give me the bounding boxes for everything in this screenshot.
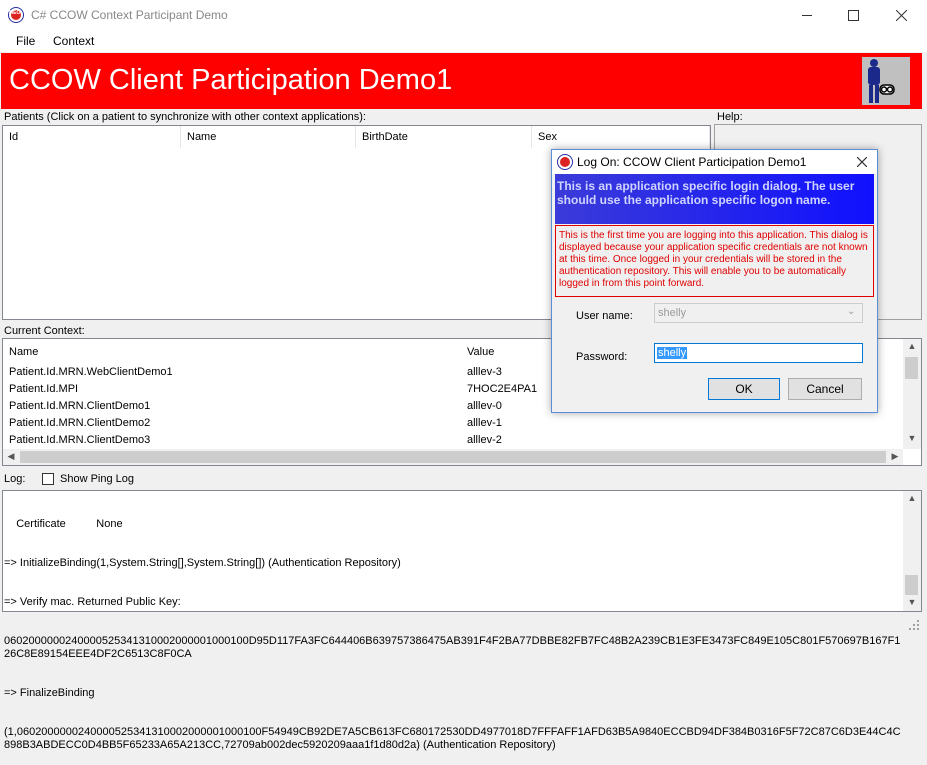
resize-grip-icon[interactable] [907,618,921,632]
dialog-app-icon [557,154,573,170]
context-row-name[interactable]: Patient.Id.MRN.ClientDemo1 [9,400,150,412]
ccow-logo-icon [862,57,910,105]
patients-col-sex[interactable]: Sex [532,126,710,148]
dialog-title: Log On: CCOW Client Participation Demo1 [577,155,807,169]
log-line: => InitializeBinding(1,System.String[],S… [4,557,401,569]
context-col-name[interactable]: Name [3,341,461,363]
password-value: shelly [657,347,688,359]
cancel-button[interactable]: Cancel [788,378,862,400]
username-select[interactable]: shelly ⌄ [654,303,863,323]
context-row-value[interactable]: 7HOC2E4PA1 [467,383,537,395]
scroll-down-icon[interactable]: ▼ [903,433,921,443]
minimize-icon [802,14,812,16]
patients-col-name[interactable]: Name [181,126,356,148]
help-label: Help: [717,111,743,123]
close-icon [896,9,907,21]
context-row-name[interactable]: Patient.Id.MRN.WebClientDemo1 [9,366,173,378]
dialog-message: This is the first time you are logging i… [559,230,868,289]
context-row-value[interactable]: alllev-2 [467,434,502,446]
log-vscroll-thumb[interactable] [905,575,918,595]
scroll-up-icon[interactable]: ▲ [903,341,921,351]
patients-col-id[interactable]: Id [3,126,181,148]
scroll-down-icon[interactable]: ▼ [903,597,921,607]
context-hscroll-thumb[interactable] [20,451,886,463]
username-value: shelly [658,307,687,319]
show-ping-label[interactable]: Show Ping Log [60,473,134,485]
context-row-value[interactable]: alllev-3 [467,366,502,378]
scroll-left-icon[interactable]: ◀ [5,451,17,462]
menu-context[interactable]: Context [53,34,94,48]
password-input[interactable]: shelly [654,343,863,363]
context-hscrollbar[interactable]: ◀ ▶ [3,449,903,465]
dialog-header-text: This is an application specific login di… [557,179,855,207]
log-line: 0602000000240000525341310002000001000100… [4,635,901,660]
username-label: User name: [576,310,633,322]
log-line: => Verify mac. Returned Public Key: [4,596,181,608]
show-ping-checkbox[interactable] [42,473,54,485]
log-line: (1,0602000000240000525341310002000001000… [4,726,901,751]
scroll-right-icon[interactable]: ▶ [889,451,901,462]
maximize-icon [847,9,859,21]
chevron-down-icon: ⌄ [847,306,856,317]
menu-bar [0,30,927,52]
ok-button[interactable]: OK [708,378,780,400]
patients-col-birthdate[interactable]: BirthDate [356,126,532,148]
patients-label: Patients (Click on a patient to synchron… [4,111,366,123]
context-row-value[interactable]: alllev-1 [467,417,502,429]
app-icon: MEO [8,7,24,23]
scroll-up-icon[interactable]: ▲ [903,493,921,503]
log-vscrollbar[interactable]: ▲ ▼ [903,491,921,611]
context-label: Current Context: [4,325,85,337]
close-button[interactable] [876,0,927,30]
banner-title: CCOW Client Participation Demo1 [9,64,453,96]
context-vscroll-thumb[interactable] [905,357,918,379]
close-icon [857,157,867,167]
context-row-name[interactable]: Patient.Id.MRN.ClientDemo3 [9,434,150,446]
menu-file[interactable]: File [16,34,35,48]
login-dialog[interactable]: Log On: CCOW Client Participation Demo1 … [551,149,878,413]
context-row-name[interactable]: Patient.Id.MPI [9,383,78,395]
maximize-button[interactable] [830,0,876,30]
context-row-name[interactable]: Patient.Id.MRN.ClientDemo2 [9,417,150,429]
context-vscrollbar[interactable]: ▲ ▼ [903,339,921,449]
status-bar [0,614,927,636]
window-title: C# CCOW Context Participant Demo [31,8,228,22]
password-label: Password: [576,351,628,363]
minimize-button[interactable] [784,0,830,30]
log-line: => FinalizeBinding [4,687,95,699]
app-icon-text: MEO [9,10,21,16]
log-line: Certificate None [4,518,123,530]
context-row-value[interactable]: alllev-0 [467,400,502,412]
dialog-close-button[interactable] [851,152,873,172]
log-label: Log: [4,473,26,485]
